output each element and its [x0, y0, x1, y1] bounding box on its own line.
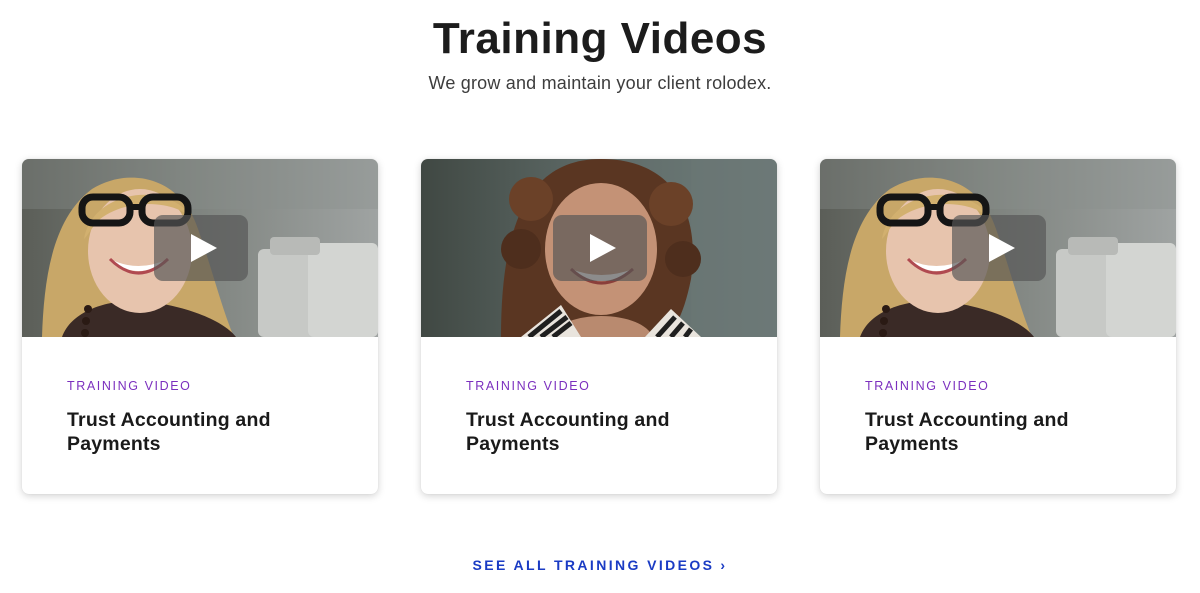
card-body: TRAINING VIDEO Trust Accounting and Paym… [22, 337, 378, 494]
play-icon [989, 234, 1015, 262]
card-category-label: TRAINING VIDEO [865, 379, 990, 393]
card-title[interactable]: Trust Accounting and Payments [466, 408, 736, 456]
video-card-list: TRAINING VIDEO Trust Accounting and Paym… [22, 159, 1176, 495]
play-icon [590, 234, 616, 262]
card-body: TRAINING VIDEO Trust Accounting and Paym… [421, 337, 777, 494]
play-button[interactable] [154, 215, 248, 281]
card-category-label: TRAINING VIDEO [67, 379, 192, 393]
card-body: TRAINING VIDEO Trust Accounting and Paym… [820, 337, 1176, 494]
video-card[interactable]: TRAINING VIDEO Trust Accounting and Paym… [421, 159, 777, 494]
card-category-label: TRAINING VIDEO [466, 379, 591, 393]
see-all-container: SEE ALL TRAINING VIDEOS › [0, 557, 1200, 575]
chevron-right-icon: › [720, 557, 728, 573]
card-title[interactable]: Trust Accounting and Payments [67, 408, 337, 456]
video-card[interactable]: TRAINING VIDEO Trust Accounting and Paym… [22, 159, 378, 494]
video-thumbnail[interactable] [820, 159, 1176, 337]
page-title: Training Videos [432, 14, 768, 63]
video-thumbnail[interactable] [421, 159, 777, 337]
page-subtitle: We grow and maintain your client rolodex… [428, 73, 772, 93]
play-button[interactable] [952, 215, 1046, 281]
video-card[interactable]: TRAINING VIDEO Trust Accounting and Paym… [820, 159, 1176, 494]
see-all-label: SEE ALL TRAINING VIDEOS [472, 557, 715, 573]
see-all-training-videos-link[interactable]: SEE ALL TRAINING VIDEOS › [473, 557, 728, 573]
play-icon [191, 234, 217, 262]
video-thumbnail[interactable] [22, 159, 378, 337]
play-button[interactable] [553, 215, 647, 281]
card-title[interactable]: Trust Accounting and Payments [865, 408, 1135, 456]
